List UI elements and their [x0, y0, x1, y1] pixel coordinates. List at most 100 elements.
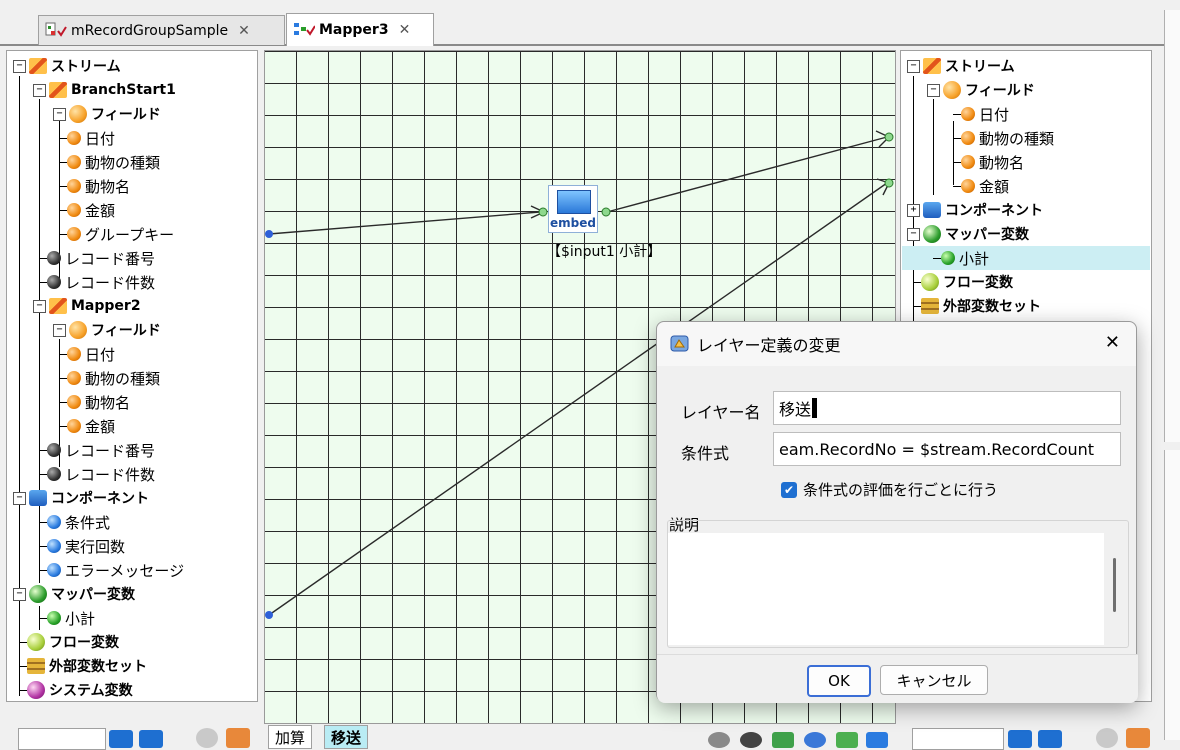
tree-node-stream[interactable]: − ストリーム: [13, 54, 121, 78]
tree-node-field[interactable]: 日付: [59, 126, 115, 150]
layer-name-label: レイヤー名: [681, 403, 761, 422]
collapse-toggle[interactable]: −: [13, 59, 26, 73]
port-dot: [265, 230, 273, 238]
tab-mapper3[interactable]: Mapper3 ✕: [286, 13, 434, 46]
scrollbar-thumb[interactable]: [1113, 558, 1116, 612]
stream-icon: [49, 298, 67, 314]
embed-node[interactable]: embed: [548, 185, 598, 233]
app-icon: [669, 333, 691, 355]
description-textarea[interactable]: [668, 533, 1104, 645]
collapse-toggle[interactable]: −: [13, 587, 26, 601]
tree-node-record-no[interactable]: レコード番号: [39, 246, 155, 270]
collapse-toggle[interactable]: −: [907, 227, 920, 241]
gear-icon[interactable]: [1096, 728, 1118, 748]
tree-node-field[interactable]: 動物名: [59, 174, 130, 198]
collapse-toggle[interactable]: −: [53, 323, 66, 337]
close-icon[interactable]: ✕: [399, 22, 411, 38]
collapse-toggle[interactable]: −: [33, 83, 46, 97]
tree-node-field-group[interactable]: − フィールド: [927, 78, 1035, 102]
field-icon: [67, 395, 81, 409]
gear-icon[interactable]: [196, 728, 218, 748]
field-icon: [67, 203, 81, 217]
layer-tab-isou[interactable]: 移送: [324, 725, 369, 749]
tree-node-field[interactable]: 動物名: [59, 390, 130, 414]
dialog-titlebar[interactable]: レイヤー定義の変更 ✕: [657, 322, 1136, 366]
cancel-button[interactable]: キャンセル: [880, 665, 988, 695]
record-icon: [47, 443, 61, 457]
field-icon: [67, 419, 81, 433]
per-row-checkbox[interactable]: ✔: [781, 481, 797, 498]
layer-tab-kasan[interactable]: 加算: [268, 725, 313, 749]
tree-node-mapper-var[interactable]: − マッパー変数: [13, 582, 135, 606]
tree-node-record-count[interactable]: レコード件数: [39, 462, 155, 486]
tree-node-field[interactable]: 動物の種類: [59, 366, 160, 390]
tree-node-field[interactable]: 動物の種類: [953, 126, 1054, 150]
search-input[interactable]: [18, 728, 106, 750]
tree-node-branchstart1[interactable]: − BranchStart1: [33, 78, 176, 102]
link-line: [606, 136, 888, 213]
chevron-down-icon[interactable]: [1008, 730, 1032, 748]
flow-variable-icon: [27, 633, 45, 651]
tree-node-flow-var[interactable]: フロー変数: [913, 270, 1013, 294]
refresh-icon[interactable]: [226, 728, 250, 748]
field-group-icon: [69, 321, 87, 339]
component-item-icon: [47, 539, 61, 553]
collapse-toggle[interactable]: −: [13, 491, 26, 505]
tree-node-mapper-var-item[interactable]: 小計: [39, 606, 95, 630]
tree-node-field[interactable]: 日付: [953, 102, 1009, 126]
refresh-icon[interactable]: [1126, 728, 1150, 748]
embed-node-label: 【$input1 小計】: [547, 244, 662, 260]
tree-node-ext-var[interactable]: 外部変数セット: [913, 294, 1041, 318]
tree-node-component-item[interactable]: 実行回数: [39, 534, 125, 558]
tree-node-mapper2[interactable]: − Mapper2: [33, 294, 141, 318]
field-icon: [67, 347, 81, 361]
condition-label: 条件式: [681, 444, 730, 463]
tree-node-field[interactable]: 金額: [953, 174, 1009, 198]
ok-button[interactable]: OK: [807, 665, 871, 697]
per-row-checkbox-row[interactable]: ✔ 条件式の評価を行ごとに行う: [781, 479, 998, 500]
puzzle-piece-icon: [923, 202, 941, 218]
tree-node-field[interactable]: 動物の種類: [59, 150, 160, 174]
field-icon: [961, 179, 975, 193]
tree-node-flow-var[interactable]: フロー変数: [19, 630, 119, 654]
tree-node-field[interactable]: 金額: [59, 414, 115, 438]
tree-node-field[interactable]: グループキー: [59, 222, 174, 246]
tree-node-record-count[interactable]: レコード件数: [39, 270, 155, 294]
embed-node-text: embed: [550, 216, 596, 230]
tree-node-component-item[interactable]: エラーメッセージ: [39, 558, 184, 582]
tab-mrecordgroupsample[interactable]: mRecordGroupSample ✕: [38, 15, 285, 45]
search-input[interactable]: [912, 728, 1004, 750]
tree-node-field[interactable]: 動物名: [953, 150, 1024, 174]
chevron-down-icon[interactable]: [109, 730, 133, 748]
tree-node-field-group[interactable]: − フィールド: [53, 102, 161, 126]
flow-variable-icon: [921, 273, 939, 291]
chevron-up-icon[interactable]: [139, 730, 163, 748]
expand-toggle[interactable]: +: [907, 203, 920, 217]
close-icon[interactable]: ✕: [238, 23, 250, 39]
tree-node-sys-var[interactable]: システム変数: [19, 678, 133, 702]
tree-node-field[interactable]: 日付: [59, 342, 115, 366]
tree-node-field[interactable]: 金額: [59, 198, 115, 222]
port-dot: [884, 178, 894, 188]
close-icon[interactable]: ✕: [1105, 332, 1120, 353]
tree-node-record-no[interactable]: レコード番号: [39, 438, 155, 462]
field-group-icon: [943, 81, 961, 99]
link-line: [268, 211, 541, 235]
system-variable-icon: [27, 681, 45, 699]
collapse-toggle[interactable]: −: [927, 83, 940, 97]
tree-node-component[interactable]: + コンポーネント: [907, 198, 1043, 222]
tree-node-ext-var[interactable]: 外部変数セット: [19, 654, 147, 678]
collapse-toggle[interactable]: −: [33, 299, 46, 313]
tree-node-field-group[interactable]: − フィールド: [53, 318, 161, 342]
collapse-toggle[interactable]: −: [53, 107, 66, 121]
tree-node-mapper-var-item[interactable]: 小計: [902, 246, 1150, 270]
chevron-up-icon[interactable]: [1038, 730, 1062, 748]
tree-node-component[interactable]: − コンポーネント: [13, 486, 149, 510]
tree-node-stream[interactable]: − ストリーム: [907, 54, 1015, 78]
external-variable-icon: [27, 658, 45, 674]
tree-node-mapper-var[interactable]: − マッパー変数: [907, 222, 1029, 246]
collapse-toggle[interactable]: −: [907, 59, 920, 73]
layer-name-input[interactable]: 移送: [773, 391, 1121, 425]
condition-input[interactable]: eam.RecordNo = $stream.RecordCount: [773, 432, 1121, 466]
tree-node-component-item[interactable]: 条件式: [39, 510, 110, 534]
